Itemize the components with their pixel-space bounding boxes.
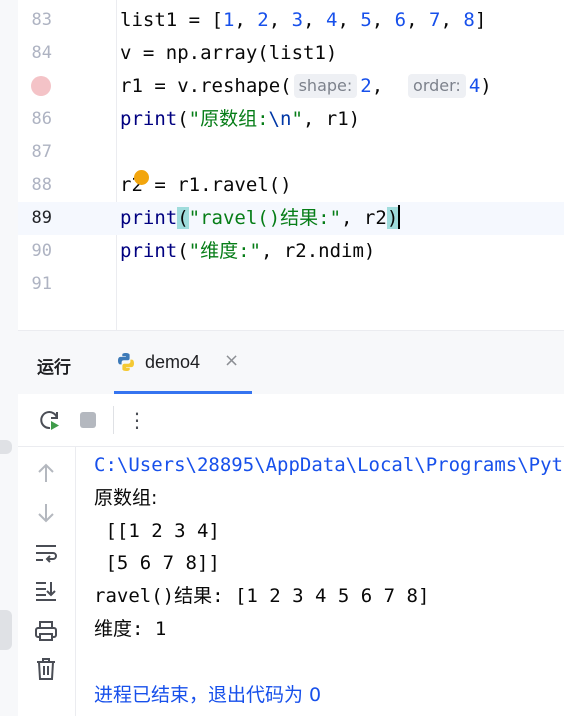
code-line[interactable]: 88 r2 = r1.ravel() <box>18 169 564 202</box>
code-line-current[interactable]: 89 print("ravel()结果:", r2) <box>18 202 564 235</box>
close-icon[interactable]: × <box>224 350 239 371</box>
code-line[interactable]: 86 print("原数组:\n", r1) <box>18 103 564 136</box>
code-editor[interactable]: 83 list1 = [1, 2, 3, 4, 5, 6, 7, 8] 84 v… <box>18 0 564 330</box>
soft-wrap-icon[interactable] <box>33 540 59 566</box>
line-number: 87 <box>31 142 52 162</box>
code-line[interactable]: 91 <box>18 268 564 301</box>
left-tool-strip <box>0 0 19 716</box>
line-number: 83 <box>31 10 52 30</box>
lightbulb-icon[interactable] <box>134 170 149 185</box>
scroll-to-end-icon[interactable] <box>33 578 59 604</box>
code-text: v = np.array(list1) <box>120 42 338 64</box>
toolbar-separator <box>113 406 114 434</box>
console-line: C:\Users\28895\AppData\Local\Programs\Py… <box>94 454 563 476</box>
console-line: ravel()结果: [1 2 3 4 5 6 7 8] <box>94 585 430 607</box>
python-icon <box>116 352 136 372</box>
strip-marker <box>0 610 12 650</box>
line-number: 86 <box>31 109 52 129</box>
console-line: [5 6 7 8]] <box>94 552 220 574</box>
code-line[interactable]: 90 print("维度:", r2.ndim) <box>18 235 564 268</box>
run-tab-bar: 运行 demo4 × <box>18 331 564 394</box>
print-icon[interactable] <box>33 618 59 644</box>
code-text: print("ravel()结果:", r2) <box>120 205 401 229</box>
run-panel-title: 运行 <box>37 358 71 377</box>
line-number: 89 <box>31 208 52 228</box>
line-number: 91 <box>31 274 52 294</box>
arrow-down-icon[interactable] <box>33 500 59 526</box>
code-text: print("维度:", r2.ndim) <box>120 240 376 262</box>
code-text: list1 = [1, 2, 3, 4, 5, 6, 7, 8] <box>120 9 487 31</box>
console-line: 原数组: <box>94 487 158 509</box>
text-caret <box>398 205 401 229</box>
code-line[interactable]: 83 list1 = [1, 2, 3, 4, 5, 6, 7, 8] <box>18 4 564 37</box>
tab-demo4[interactable]: demo4 × <box>114 331 252 394</box>
line-number: 84 <box>31 43 52 63</box>
console-line: [[1 2 3 4] <box>94 520 220 542</box>
more-options-icon[interactable]: ⋮ <box>124 407 150 433</box>
console-side-toolbar <box>18 447 76 716</box>
code-text: print("原数组:\n", r1) <box>120 108 361 130</box>
console-line: 维度: 1 <box>94 618 167 640</box>
trash-icon[interactable] <box>33 656 59 682</box>
code-line[interactable]: 84 v = np.array(list1) <box>18 37 564 70</box>
rerun-icon[interactable] <box>37 407 63 433</box>
console-exit-line: 进程已结束，退出代码为 0 <box>94 684 322 706</box>
line-number: 88 <box>31 175 52 195</box>
param-hint-shape: shape: <box>293 74 358 98</box>
code-line[interactable]: 87 <box>18 136 564 169</box>
code-text: r1 = v.reshape(shape: 2, order: 4) <box>120 74 492 98</box>
stop-icon[interactable] <box>75 407 101 433</box>
arrow-up-icon[interactable] <box>33 460 59 486</box>
param-hint-order: order: <box>408 74 466 98</box>
run-toolbar: ⋮ <box>18 394 564 447</box>
console-output[interactable]: C:\Users\28895\AppData\Local\Programs\Py… <box>94 452 564 716</box>
code-line[interactable]: r1 = v.reshape(shape: 2, order: 4) <box>18 70 564 103</box>
strip-marker <box>0 440 12 454</box>
tab-label: demo4 <box>145 352 201 372</box>
line-number: 90 <box>31 241 52 261</box>
